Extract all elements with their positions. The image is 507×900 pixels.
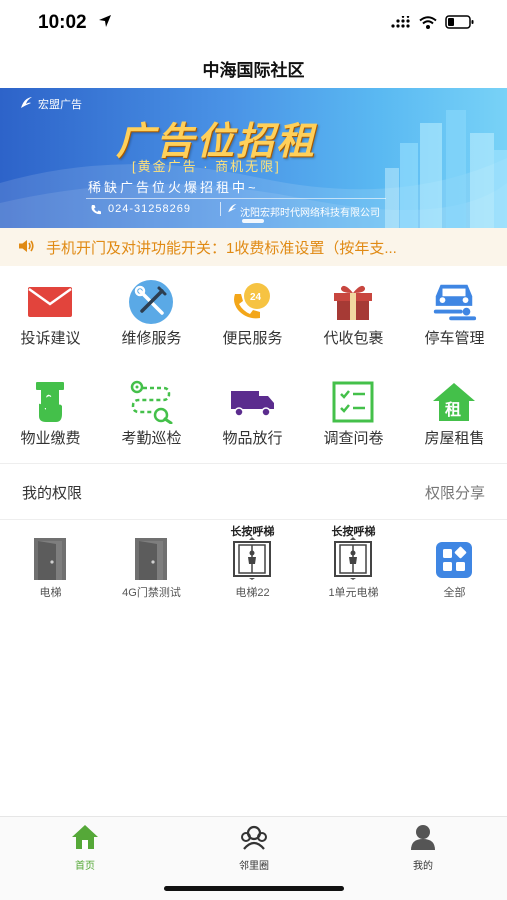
tab-label: 我的 [413,861,433,872]
wifi-icon [419,15,437,29]
grid-label: 物业缴费 [20,430,81,447]
permission-label: 电梯 [39,587,62,599]
tools-icon [127,280,175,324]
grid-label: 物品放行 [222,430,283,447]
grid-item-convenience[interactable]: 24 便民服务 [202,280,303,360]
grid-item-attendance[interactable]: 考勤巡检 [101,380,202,460]
permissions-header: 我的权限 权限分享 [0,464,507,520]
permissions-share-button[interactable]: 权限分享 [425,482,485,503]
tab-neighbors[interactable]: 邻里圈 [194,823,314,873]
grid-item-payment[interactable]: $ 物业缴费 [0,380,101,460]
grid-item-survey[interactable]: 调查问卷 [303,380,404,460]
ad-banner[interactable]: 宏盟广告 广告位招租 [黄金广告 · 商机无限] 稀缺广告位火爆招租中~ 024… [0,88,507,228]
permission-item-4g-door[interactable]: 4G门禁测试 [101,520,202,606]
grid-item-complaint[interactable]: 投诉建议 [0,280,101,360]
battery-icon [445,15,474,29]
door-icon [34,538,66,580]
all-apps-icon [436,542,472,578]
banner-brand: 宏盟广告 [38,99,82,111]
permission-label: 全部 [443,587,466,599]
grid-label: 停车管理 [424,330,485,347]
speaker-icon [19,240,34,252]
svg-text:24: 24 [250,292,262,303]
grid-item-repair[interactable]: 维修服务 [101,280,202,360]
function-grid-row-1: 投诉建议 维修服务 24 便民服务 代收包裹 停车管理 [0,280,507,360]
tab-label: 邻里圈 [239,861,269,872]
elevator-icon [334,537,372,580]
phone-24h-icon: 24 [228,280,276,324]
grid-item-parking[interactable]: 停车管理 [404,280,505,360]
checklist-icon [329,380,377,424]
gift-box-icon [329,280,377,324]
page-title: 中海国际社区 [202,61,305,80]
tab-home[interactable]: 首页 [25,823,145,873]
grid-label: 便民服务 [222,330,283,347]
function-grid-row-2: $ 物业缴费 考勤巡检 物品放行 [0,380,507,460]
elevator-icon [233,537,271,580]
phone-icon [91,205,101,215]
route-check-icon [127,380,175,424]
atm-pay-icon: $ [26,380,74,424]
notice-bar[interactable]: 手机开门及对讲功能开关：1收费标准设置（按年支... [0,228,507,266]
permission-label: 电梯22 [235,587,270,599]
status-bar: 10:02 [0,0,507,48]
notice-text: 手机开门及对讲功能开关：1收费标准设置（按年支... [46,240,397,257]
status-indicators [391,15,475,29]
banner-divider [86,198,386,199]
banner-page-indicator [242,219,264,223]
grid-item-release[interactable]: 物品放行 [202,380,303,460]
tab-profile[interactable]: 我的 [363,823,483,873]
banner-tagline: 稀缺广告位火爆招租中~ [88,180,259,195]
house-rent-icon: 租 [430,380,478,424]
permission-item-elevator-22[interactable]: 长按呼梯 电梯22 [202,520,303,606]
company-logo-icon [228,204,237,213]
grid-item-parcel[interactable]: 代收包裹 [303,280,404,360]
grid-label: 投诉建议 [20,330,81,347]
permission-item-unit1-elevator[interactable]: 长按呼梯 1单元电梯 [303,520,404,606]
door-icon [135,538,167,580]
permission-item-elevator[interactable]: 电梯 [0,520,101,606]
signal-icon [391,16,410,28]
neighbors-icon [241,825,267,850]
grid-label: 调查问卷 [323,430,384,447]
banner-phone: 024-31258269 [108,203,191,215]
permission-label: 1单元电梯 [328,587,379,599]
banner-phone-separator [220,202,221,216]
brand-logo-icon [21,97,32,108]
tab-label: 首页 [75,861,95,872]
permission-label: 4G门禁测试 [122,587,181,599]
svg-text:租: 租 [445,400,461,419]
grid-label: 维修服务 [121,330,182,347]
banner-company: 沈阳宏邦时代网络科技有限公司 [240,208,380,219]
grid-label: 代收包裹 [323,330,384,347]
grid-label: 房屋租售 [424,430,485,447]
home-indicator [164,886,344,891]
grid-label: 考勤巡检 [121,430,182,447]
banner-slogan: [黄金广告 · 商机无限] [132,159,281,174]
profile-icon [411,825,435,850]
location-arrow-icon [99,15,111,27]
home-icon [72,825,98,849]
permission-item-all[interactable]: 全部 [404,520,505,606]
status-time: 10:02 [38,12,87,33]
grid-item-rent[interactable]: 租 房屋租售 [404,380,505,460]
mail-icon [26,280,74,324]
car-icon [430,280,478,324]
truck-icon [228,380,276,424]
permissions-title: 我的权限 [22,485,83,502]
